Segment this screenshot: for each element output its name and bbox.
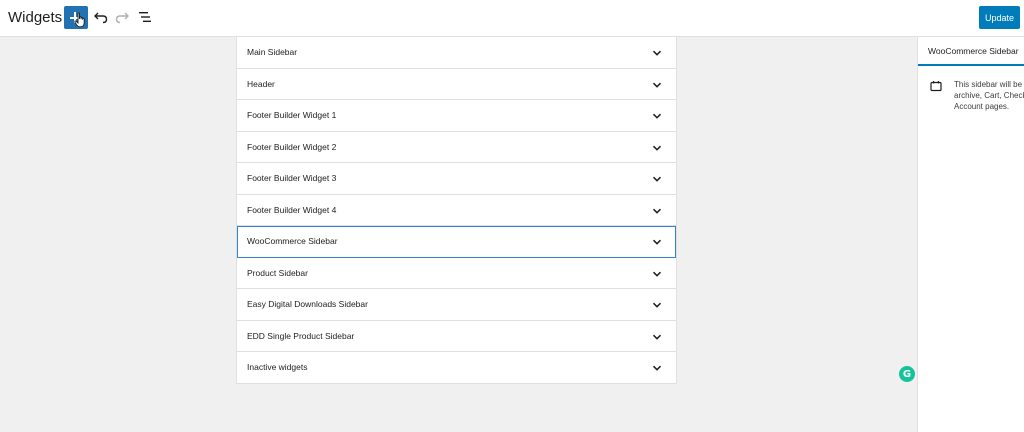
widget-area-edd-sidebar[interactable]: Easy Digital Downloads Sidebar — [237, 289, 676, 321]
widget-area-label: Header — [247, 78, 275, 89]
chevron-down-icon[interactable] — [652, 300, 662, 310]
widget-area-label: Easy Digital Downloads Sidebar — [247, 299, 368, 310]
chevron-down-icon[interactable] — [652, 363, 662, 373]
chevron-down-icon[interactable] — [652, 206, 662, 216]
settings-sidebar: WooCommerce Sidebar This sidebar will be… — [917, 37, 1024, 432]
chevron-down-icon[interactable] — [652, 80, 662, 90]
description-line: Account pages. — [954, 102, 1010, 111]
header-toolbar: Widgets Update — [0, 0, 1024, 37]
widget-area-footer-4[interactable]: Footer Builder Widget 4 — [237, 195, 676, 226]
widget-area-edd-single-product-sidebar[interactable]: EDD Single Product Sidebar — [237, 321, 676, 352]
list-view-icon[interactable] — [137, 9, 153, 25]
undo-icon[interactable] — [93, 9, 109, 25]
widget-area-label: Inactive widgets — [247, 362, 308, 373]
description-line: This sidebar will be — [954, 80, 1023, 89]
widget-area-woocommerce-sidebar[interactable]: WooCommerce Sidebar — [237, 226, 676, 258]
widget-area-footer-2[interactable]: Footer Builder Widget 2 — [237, 132, 676, 163]
description-line: archive, Cart, Checko — [954, 91, 1024, 100]
widget-area-footer-1[interactable]: Footer Builder Widget 1 — [237, 100, 676, 132]
grammarly-icon[interactable]: G — [899, 366, 915, 382]
tab-label: WooCommerce Sidebar — [928, 46, 1019, 56]
tab-woocommerce-sidebar[interactable]: WooCommerce Sidebar — [918, 37, 1024, 66]
widget-area-label: Product Sidebar — [247, 267, 308, 278]
widget-area-label: Footer Builder Widget 2 — [247, 141, 337, 152]
widget-area-label: EDD Single Product Sidebar — [247, 330, 355, 341]
widget-area-label: WooCommerce Sidebar — [247, 236, 338, 247]
widget-area-footer-3[interactable]: Footer Builder Widget 3 — [237, 163, 676, 195]
chevron-down-icon[interactable] — [652, 174, 662, 184]
hand-cursor-icon — [74, 12, 85, 28]
widget-area-label: Footer Builder Widget 1 — [247, 110, 337, 121]
chevron-down-icon[interactable] — [652, 269, 662, 279]
widget-area-icon — [930, 81, 942, 92]
widget-area-inactive-widgets[interactable]: Inactive widgets — [237, 352, 676, 384]
chevron-down-icon[interactable] — [652, 111, 662, 121]
widget-area-label: Main Sidebar — [247, 47, 298, 58]
widget-area-product-sidebar[interactable]: Product Sidebar — [237, 258, 676, 289]
chevron-down-icon[interactable] — [652, 48, 662, 58]
add-block-button[interactable] — [64, 6, 88, 29]
chevron-down-icon[interactable] — [652, 332, 662, 342]
update-button[interactable]: Update — [979, 6, 1020, 29]
widget-area-header[interactable]: Header — [237, 69, 676, 100]
chevron-down-icon[interactable] — [652, 143, 662, 153]
widget-area-main-sidebar[interactable]: Main Sidebar — [237, 37, 676, 69]
widget-area-label: Footer Builder Widget 4 — [247, 204, 337, 215]
redo-icon[interactable] — [114, 9, 130, 25]
widget-areas-list: Main Sidebar Header Footer Builder Widge… — [236, 37, 677, 384]
chevron-down-icon[interactable] — [652, 237, 662, 247]
page-title: Widgets — [8, 9, 63, 26]
widget-area-label: Footer Builder Widget 3 — [247, 173, 337, 184]
widget-area-description: This sidebar will be archive, Cart, Chec… — [954, 79, 1024, 112]
